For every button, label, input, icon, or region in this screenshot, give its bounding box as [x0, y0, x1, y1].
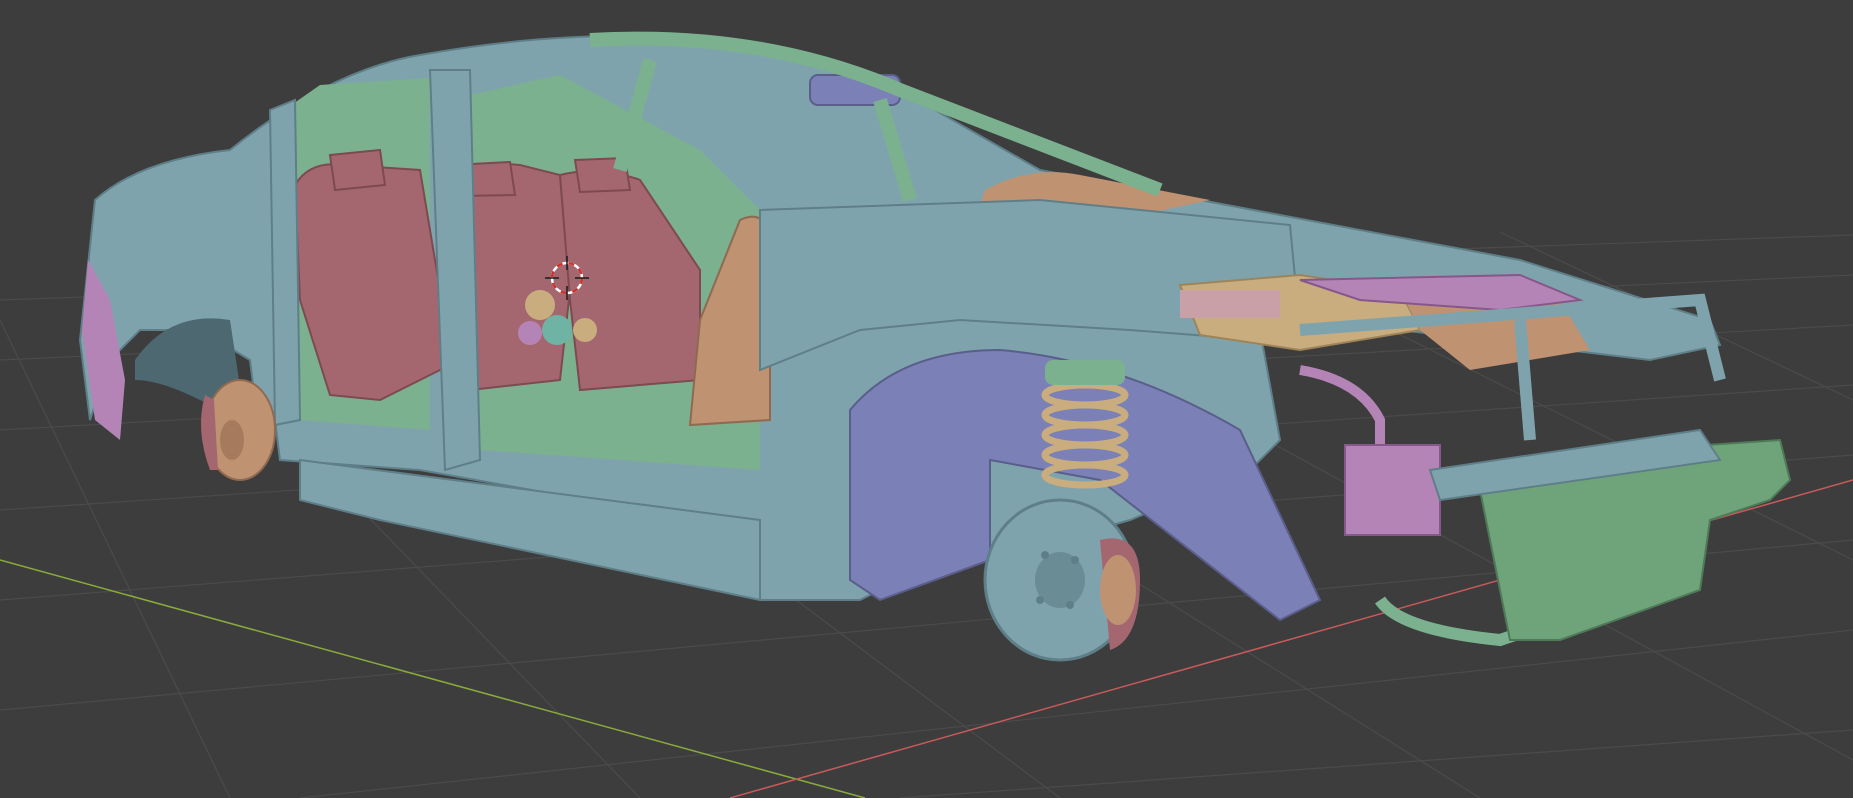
- viewport-canvas[interactable]: [0, 0, 1853, 798]
- sphere-tan-2: [573, 318, 597, 342]
- strut-top: [1045, 360, 1125, 385]
- sphere-tan: [525, 290, 555, 320]
- sphere-teal: [542, 315, 572, 345]
- 3d-viewport[interactable]: [0, 0, 1853, 798]
- engine-mount-block: [1344, 444, 1441, 536]
- a-pillar: [268, 98, 302, 427]
- rear-seat: [293, 148, 701, 402]
- battery: [1180, 290, 1280, 318]
- sphere-purple: [518, 321, 542, 345]
